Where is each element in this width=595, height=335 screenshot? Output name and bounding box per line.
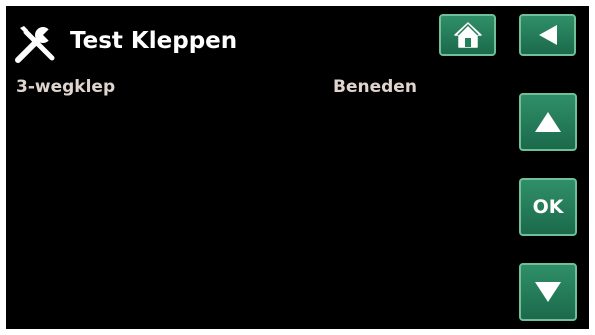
page-title: Test Kleppen <box>70 28 238 54</box>
back-button[interactable] <box>519 14 576 56</box>
back-arrow-icon <box>538 25 557 45</box>
setting-label-three-way-valve: 3-wegklep <box>16 77 116 97</box>
setting-value-three-way-valve[interactable]: Beneden <box>333 76 417 98</box>
scroll-up-button[interactable] <box>519 93 577 151</box>
scroll-down-button[interactable] <box>519 263 577 321</box>
tools-icon <box>15 26 58 63</box>
down-arrow-icon <box>535 282 561 302</box>
home-icon <box>453 22 482 48</box>
home-button[interactable] <box>439 14 496 56</box>
ok-label: OK <box>532 196 564 218</box>
ok-button[interactable]: OK <box>519 178 577 236</box>
display-screen: Test Kleppen 3-wegklep Beneden OK <box>6 6 589 329</box>
up-arrow-icon <box>535 112 561 132</box>
